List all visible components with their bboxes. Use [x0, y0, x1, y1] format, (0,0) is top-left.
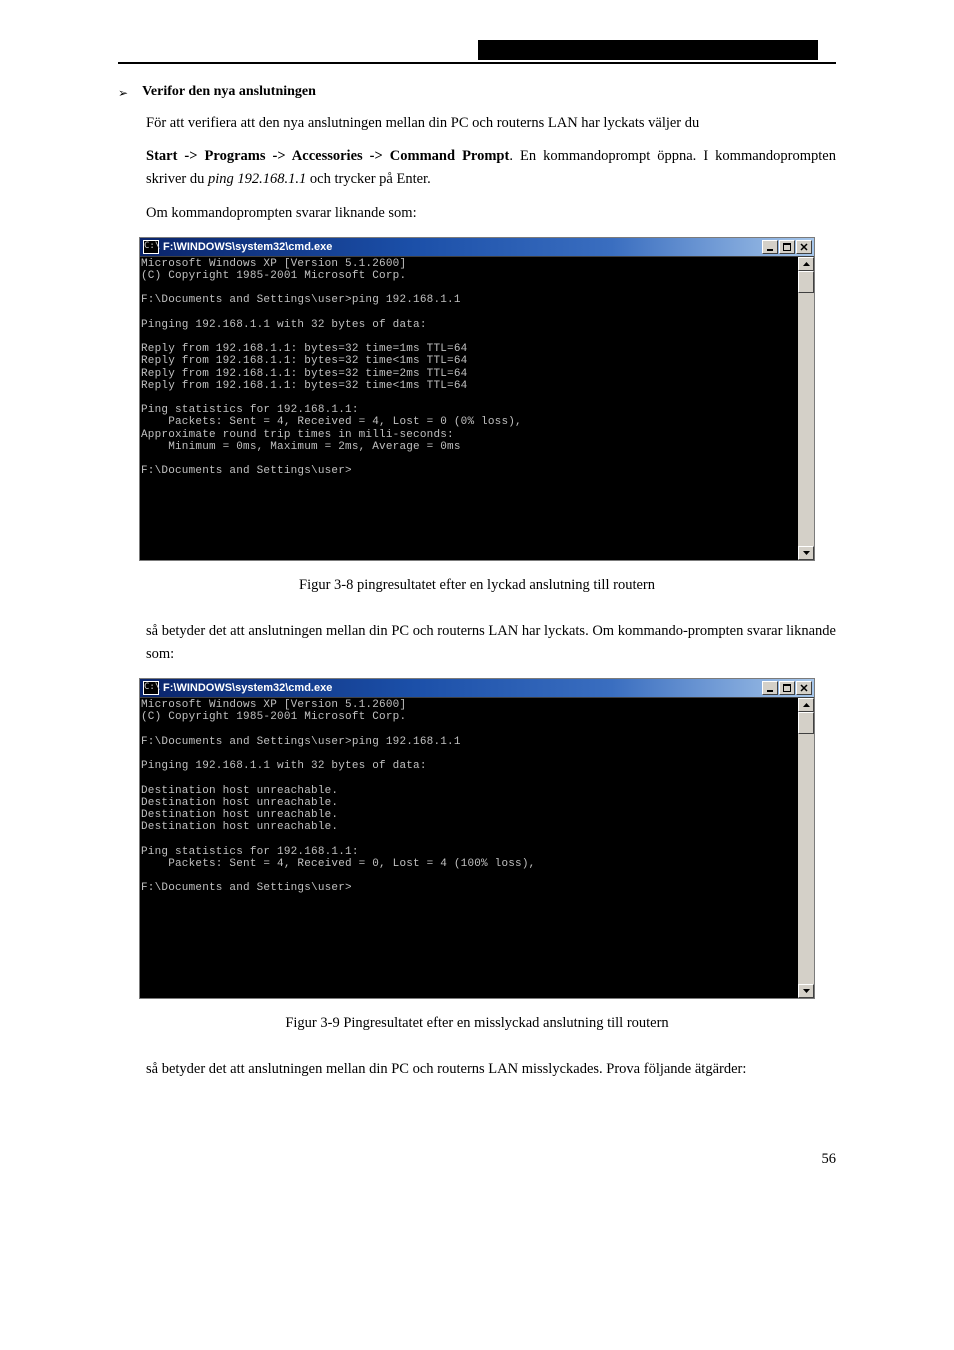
figure-caption-2: Figur 3-9 Pingresultatet efter en missly…: [118, 1015, 836, 1032]
p2d-text: och trycker på Enter.: [306, 171, 430, 187]
close-icon: [800, 243, 808, 251]
paragraph-1: För att verifiera att den nya anslutning…: [146, 112, 836, 135]
window-title: F:\WINDOWS\system32\cmd.exe: [163, 682, 762, 694]
header-black-bar: [478, 40, 818, 60]
scroll-track[interactable]: [798, 271, 814, 546]
console-output-fail: Microsoft Windows XP [Version 5.1.2600] …: [140, 698, 798, 998]
titlebar: C:\ F:\WINDOWS\system32\cmd.exe: [140, 238, 814, 257]
paragraph-5: så betyder det att anslutningen mellan d…: [146, 1058, 836, 1081]
cmd-window-success: C:\ F:\WINDOWS\system32\cmd.exe Microsof…: [139, 237, 815, 561]
chevron-down-icon: [803, 551, 810, 555]
app-icon: C:\: [143, 681, 159, 695]
paragraph-3: Om kommandoprompten svarar liknande som:: [146, 202, 836, 225]
maximize-button[interactable]: [779, 681, 795, 695]
maximize-icon: [783, 243, 791, 251]
window-title: F:\WINDOWS\system32\cmd.exe: [163, 241, 762, 253]
minimize-icon: [766, 243, 774, 251]
minimize-button[interactable]: [762, 681, 778, 695]
maximize-icon: [783, 684, 791, 692]
figure-caption-1: Figur 3-8 pingresultatet efter en lyckad…: [118, 577, 836, 594]
scrollbar[interactable]: [798, 698, 814, 998]
scroll-up-button[interactable]: [798, 257, 814, 271]
menu-path: Start -> Programs -> Accessories -> Comm…: [146, 148, 509, 164]
minimize-button[interactable]: [762, 240, 778, 254]
chevron-down-icon: [803, 989, 810, 993]
close-button[interactable]: [796, 240, 812, 254]
scroll-thumb[interactable]: [798, 712, 814, 734]
scroll-thumb[interactable]: [798, 271, 814, 293]
scrollbar[interactable]: [798, 257, 814, 560]
chevron-up-icon: [803, 262, 810, 266]
paragraph-4: så betyder det att anslutningen mellan d…: [146, 620, 836, 666]
page-number: 56: [118, 1151, 836, 1168]
minimize-icon: [766, 684, 774, 692]
scroll-down-button[interactable]: [798, 984, 814, 998]
close-icon: [800, 684, 808, 692]
chevron-up-icon: [803, 703, 810, 707]
maximize-button[interactable]: [779, 240, 795, 254]
app-icon: C:\: [143, 240, 159, 254]
scroll-track[interactable]: [798, 712, 814, 984]
command-text: ping 192.168.1.1: [208, 171, 306, 187]
scroll-down-button[interactable]: [798, 546, 814, 560]
cmd-window-fail: C:\ F:\WINDOWS\system32\cmd.exe Microsof…: [139, 678, 815, 999]
console-output-success: Microsoft Windows XP [Version 5.1.2600] …: [140, 257, 798, 560]
titlebar: C:\ F:\WINDOWS\system32\cmd.exe: [140, 679, 814, 698]
section-heading: ➢ Verifor den nya anslutningen: [118, 84, 836, 102]
close-button[interactable]: [796, 681, 812, 695]
scroll-up-button[interactable]: [798, 698, 814, 712]
bullet-icon: ➢: [118, 84, 128, 102]
section-title: Verifor den nya anslutningen: [142, 84, 316, 100]
paragraph-2: Start -> Programs -> Accessories -> Comm…: [146, 145, 836, 191]
header-rule: [118, 62, 836, 64]
